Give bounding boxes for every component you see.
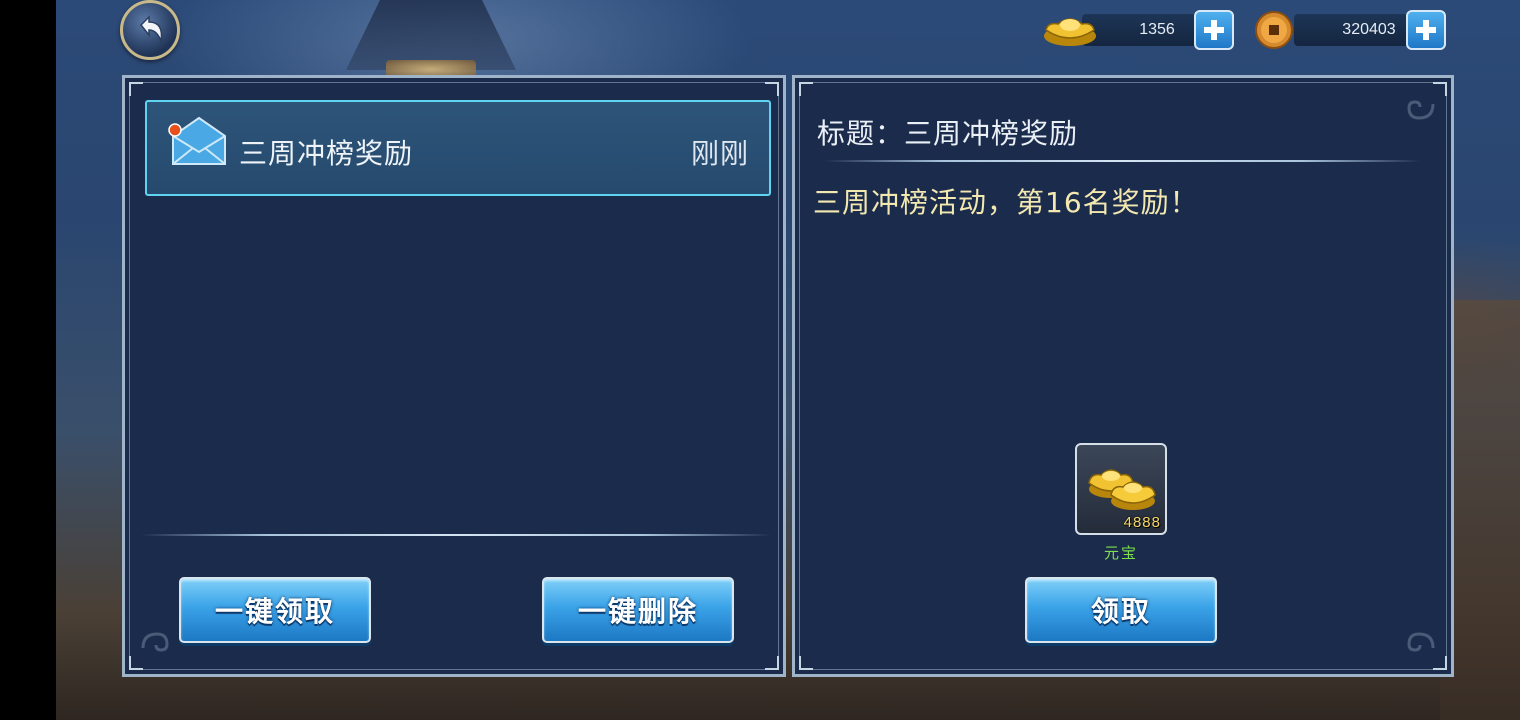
mail-body: 三周冲榜活动，第16名奖励！ [813,186,1199,219]
add-gold-button[interactable] [1194,10,1234,50]
mail-list-item[interactable]: 三周冲榜奖励 刚刚 [145,100,771,196]
copper-coin-icon [1255,11,1293,49]
reward-item-slot[interactable]: 4888 [1075,443,1167,535]
claim-button[interactable]: 领取 [1025,577,1217,643]
cloud-ornament-icon [1407,632,1435,652]
envelope-icon [168,116,226,165]
add-coin-button[interactable] [1406,10,1446,50]
mail-detail-panel: 标题：三周冲榜奖励 三周冲榜活动，第16名奖励！ 4888 元宝 领取 [792,75,1454,677]
subject-divider [825,160,1421,162]
gold-ingot-icon [1088,469,1156,510]
back-button[interactable] [120,0,180,60]
mail-subject: 标题：三周冲榜奖励 [817,117,1079,150]
coin-currency: 320403 [1254,10,1448,50]
panel-corner [129,82,143,96]
plus-icon [1204,20,1224,40]
panel-corner [765,656,779,670]
back-arrow-icon [139,15,163,44]
list-divider [141,534,771,536]
reward-quantity: 4888 [1123,514,1161,531]
reward-name: 元宝 [1103,544,1138,562]
panel-corner [799,82,813,96]
delete-all-button[interactable]: 一键删除 [542,577,734,643]
mail-item-title: 三周冲榜奖励 [239,137,414,170]
claim-all-button[interactable]: 一键领取 [179,577,371,643]
panel-corner [799,656,813,670]
panel-corner [765,82,779,96]
cloud-ornament-icon [1407,100,1435,120]
unread-dot [168,123,182,137]
plus-icon [1416,20,1436,40]
mail-list-panel: 三周冲榜奖励 刚刚 一键领取 一键删除 [122,75,786,677]
mail-item-time: 刚刚 [690,137,749,170]
gold-currency: 1356 [1042,10,1236,50]
